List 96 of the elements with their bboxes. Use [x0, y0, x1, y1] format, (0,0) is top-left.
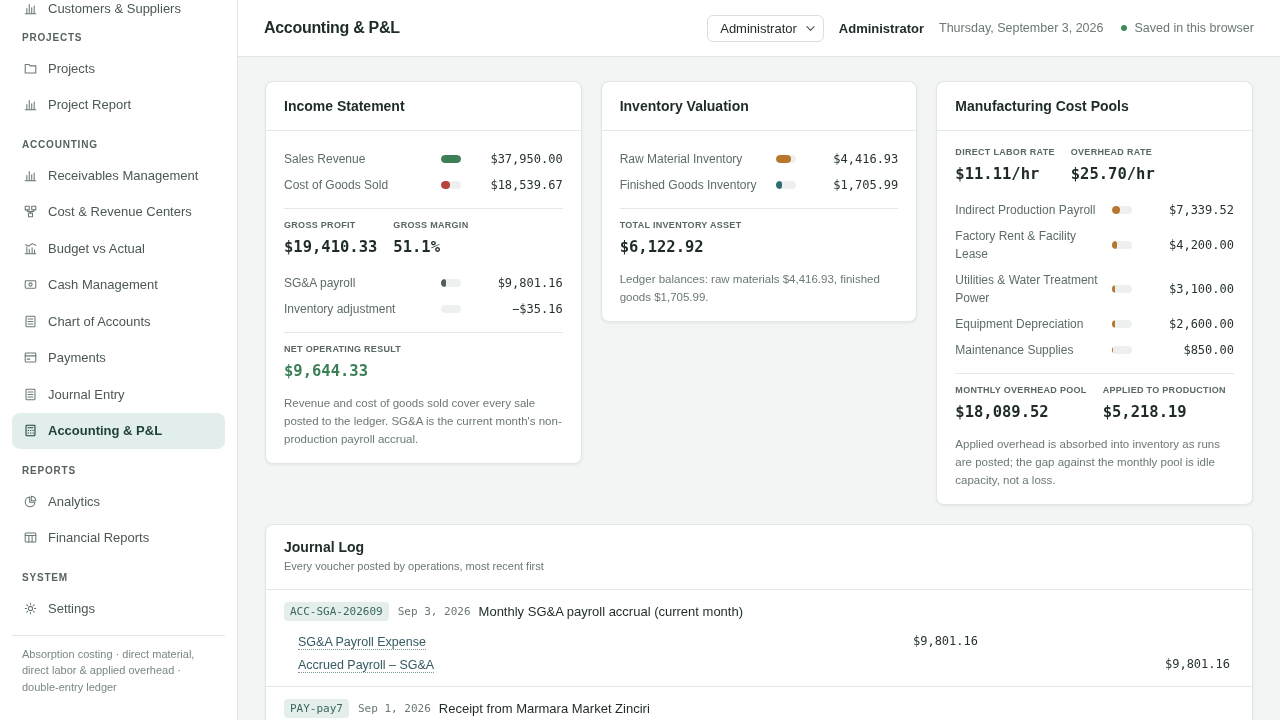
stat-value: $11.11/hr [955, 164, 1041, 185]
nav-item[interactable]: Project Report [12, 86, 225, 123]
row-amount: $1,705.99 [832, 178, 899, 192]
stat-value: $25.70/hr [1070, 164, 1155, 185]
row-amount: $4,416.93 [832, 152, 899, 166]
bar-chart-icon [24, 168, 37, 182]
stat-value: $19,410.33 [284, 237, 378, 258]
row-amount: $3,100.00 [1167, 282, 1234, 296]
row-label: Utilities & Water Treatment Power [955, 272, 1098, 307]
card-title: Manufacturing Cost Pools [955, 98, 1129, 114]
account-link[interactable]: Accrued Payroll – SG&A [298, 657, 435, 673]
credit-amount: $9,801.16 [1164, 656, 1230, 671]
card-note: Revenue and cost of goods sold cover every sale posted to the ledger. SG&A is the current month's non-production payroll accrual. [284, 396, 563, 447]
card-title: Inventory Valuation [619, 98, 749, 114]
stat-label: MONTHLY OVERHEAD POOL [955, 384, 1087, 397]
nav-item[interactable]: Cash Management [12, 266, 225, 303]
nav-item[interactable]: Receivables Management [12, 157, 225, 194]
section-label: PROJECTS [21, 31, 84, 45]
row-label: Cost of Goods Sold [284, 177, 390, 194]
nav-item[interactable]: Accounting & P&L [12, 412, 225, 449]
row-amount: $18,539.67 [489, 178, 563, 192]
page-title: Accounting & P&L [264, 19, 400, 36]
chevron-icon [805, 25, 815, 31]
stat-label: TOTAL INVENTORY ASSET [619, 219, 742, 232]
nav-item[interactable]: Chart of Accounts [12, 303, 225, 340]
stat-value: $9,644.33 [284, 361, 369, 382]
row-amount: $37,950.00 [489, 152, 563, 166]
row-label: Factory Rent & Facility Lease [955, 228, 1078, 263]
row-label: Equipment Depreciation [955, 316, 1085, 333]
row-label: Indirect Production Payroll [955, 202, 1097, 219]
section-label: ACCOUNTING [21, 138, 99, 152]
card-note: Ledger balances: raw materials $4,416.93, finished goods $1,705.99. [619, 272, 881, 305]
debit-amount: $9,801.16 [912, 633, 978, 648]
banknote-icon [24, 278, 37, 292]
nav-item[interactable]: Cost & Revenue Centers [12, 193, 225, 230]
row-amount: $850.00 [1182, 343, 1234, 357]
row-amount: $2,600.00 [1167, 317, 1234, 331]
nav-item[interactable]: Financial Reports [12, 519, 225, 556]
sidebar-footnote: Absorption costing · direct material, direct labor & applied overhead · double-entry ledger [21, 646, 196, 695]
card-note: Applied overhead is absorbed into inventory as runs are posted; the gap against the monthly pool is idle capacity, not a loss. [955, 437, 1221, 488]
bar-chart-icon [24, 98, 37, 112]
row-label: Inventory adjustment [284, 301, 397, 318]
stat-label: GROSS PROFIT [284, 219, 357, 232]
entry-description: Monthly SG&A payroll accrual (current month) [478, 604, 743, 619]
hierarchy-icon [24, 205, 37, 219]
card-subtitle: Every voucher posted by operations, most recent first [284, 559, 545, 573]
card-title: Journal Log [284, 539, 366, 555]
row-amount: −$35.16 [511, 302, 563, 316]
row-amount: $4,200.00 [1167, 238, 1234, 252]
nav-item[interactable]: Budget vs Actual [12, 230, 225, 267]
voucher-tag: ACC-SGA-202609 [284, 602, 389, 621]
settings-icon [24, 601, 37, 615]
stat-label: GROSS MARGIN [393, 219, 469, 232]
nav-item[interactable]: Settings [12, 590, 225, 627]
nav-item[interactable]: Customers & Suppliers [12, 0, 225, 16]
bar-chart-icon [24, 1, 37, 15]
user-name: Administrator [838, 20, 925, 36]
status-dot-icon [1121, 25, 1128, 31]
stat-value: $18,089.52 [955, 402, 1050, 423]
stat-value: 51.1% [393, 237, 441, 258]
account-link[interactable]: SG&A Payroll Expense [298, 634, 426, 650]
voucher-tag: PAY-pay7 [284, 699, 349, 718]
folder-icon [24, 61, 37, 75]
row-amount: $7,339.52 [1167, 203, 1234, 217]
save-status: Saved in this browser [1134, 21, 1254, 35]
pie-chart-icon [24, 494, 37, 508]
row-label: Finished Goods Inventory [619, 177, 758, 194]
document-icon [24, 387, 37, 401]
stat-value: $5,218.19 [1102, 402, 1188, 423]
nav-item[interactable]: Projects [12, 50, 225, 87]
stat-label: OVERHEAD RATE [1070, 146, 1153, 159]
stat-label: APPLIED TO PRODUCTION [1102, 384, 1226, 397]
current-date: Thursday, September 3, 2026 [939, 21, 1104, 35]
row-label: Raw Material Inventory [619, 151, 744, 168]
row-amount: $9,801.16 [496, 276, 563, 290]
section-label: SYSTEM [21, 571, 69, 585]
card-title: Income Statement [284, 98, 405, 114]
stat-label: NET OPERATING RESULT [284, 343, 402, 356]
row-label: Sales Revenue [284, 151, 367, 168]
nav-item[interactable]: Analytics [12, 483, 225, 520]
row-label: SG&A payroll [284, 275, 357, 292]
section-label: REPORTS [21, 464, 77, 478]
entry-date: Sep 1, 2026 [358, 702, 431, 715]
table-icon [24, 531, 37, 545]
stat-label: DIRECT LABOR RATE [955, 146, 1055, 159]
nav-item[interactable]: Journal Entry [12, 376, 225, 413]
nav-item[interactable]: Payments [12, 339, 225, 376]
column-chart-icon [24, 241, 37, 255]
role-select[interactable]: Administrator [707, 14, 824, 42]
document-icon [24, 314, 37, 328]
entry-description: Receipt from Marmara Market Zinciri [438, 701, 650, 716]
stat-value: $6,122.92 [619, 237, 705, 258]
entry-date: Sep 3, 2026 [397, 605, 471, 618]
calculator-icon [24, 424, 37, 438]
card-icon [24, 351, 37, 365]
row-label: Maintenance Supplies [955, 342, 1075, 359]
